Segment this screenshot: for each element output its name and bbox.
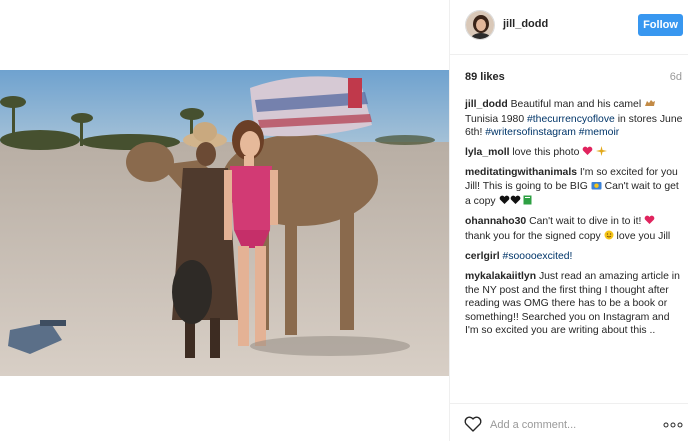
photo-pane <box>0 0 449 441</box>
comment-text: love you Jill <box>616 230 671 242</box>
heart-emoji-icon <box>582 146 593 161</box>
comment-list: jill_dodd Beautiful man and his camel Tu… <box>465 98 683 344</box>
comment-text: thank you for the signed copy <box>465 230 601 242</box>
add-comment-input[interactable] <box>490 417 630 433</box>
smile-emoji-icon <box>604 230 614 245</box>
comment: ohannaho30 Can't wait to dive in to it! … <box>465 215 683 244</box>
book-emoji-icon <box>523 195 532 210</box>
avatar[interactable] <box>465 10 495 40</box>
photo-image <box>0 70 449 376</box>
comment-username[interactable]: jill_dodd <box>465 99 508 110</box>
post-photo[interactable] <box>0 70 449 376</box>
comment-username[interactable]: cerlgirl <box>465 251 500 262</box>
post-age[interactable]: 6d <box>670 71 682 83</box>
caption-text: Tunisia 1980 <box>465 113 525 125</box>
comment-text: love this photo <box>512 146 580 158</box>
comment: meditatingwithanimals I'm so excited for… <box>465 166 683 209</box>
hashtag-link[interactable]: #writersofinstagram <box>485 127 576 138</box>
comment: lyla_moll love this photo <box>465 145 683 161</box>
hashtag-link[interactable]: #thecurrencyoflove <box>527 114 615 125</box>
comment-username[interactable]: ohannaho30 <box>465 216 526 227</box>
camera-emoji-icon <box>591 180 602 195</box>
heart-outline-icon[interactable] <box>464 416 482 432</box>
heart-emoji-icon <box>644 215 655 230</box>
hashtag-link[interactable]: #memoir <box>579 127 619 138</box>
caption-text: Beautiful man and his camel <box>510 99 642 110</box>
black-heart-emoji-icon <box>499 195 521 210</box>
caption: jill_dodd Beautiful man and his camel Tu… <box>465 98 683 140</box>
likes-count[interactable]: 89 likes <box>465 71 505 83</box>
comment-username[interactable]: mykalakaiitlyn <box>465 271 536 282</box>
comment-bar <box>450 403 688 442</box>
follow-button[interactable]: Follow <box>638 14 683 36</box>
post-header: jill_dodd Follow <box>450 0 688 55</box>
username[interactable]: jill_dodd <box>503 18 548 30</box>
more-options-icon[interactable] <box>663 422 683 428</box>
sparkle-emoji-icon <box>596 145 608 161</box>
avatar-image <box>466 11 494 39</box>
comment-username[interactable]: lyla_moll <box>465 147 509 158</box>
comment: cerlgirl #sooooexcited! <box>465 250 683 264</box>
comment-text: Can't wait to dive in to it! <box>529 216 642 228</box>
camel-emoji-icon <box>644 98 656 113</box>
post-sidebar: jill_dodd Follow 89 likes 6d jill_dodd B… <box>450 0 688 441</box>
hashtag-link[interactable]: #sooooexcited! <box>503 251 573 262</box>
comment: mykalakaiitlyn Just read an amazing arti… <box>465 270 683 338</box>
comment-username[interactable]: meditatingwithanimals <box>465 167 577 178</box>
